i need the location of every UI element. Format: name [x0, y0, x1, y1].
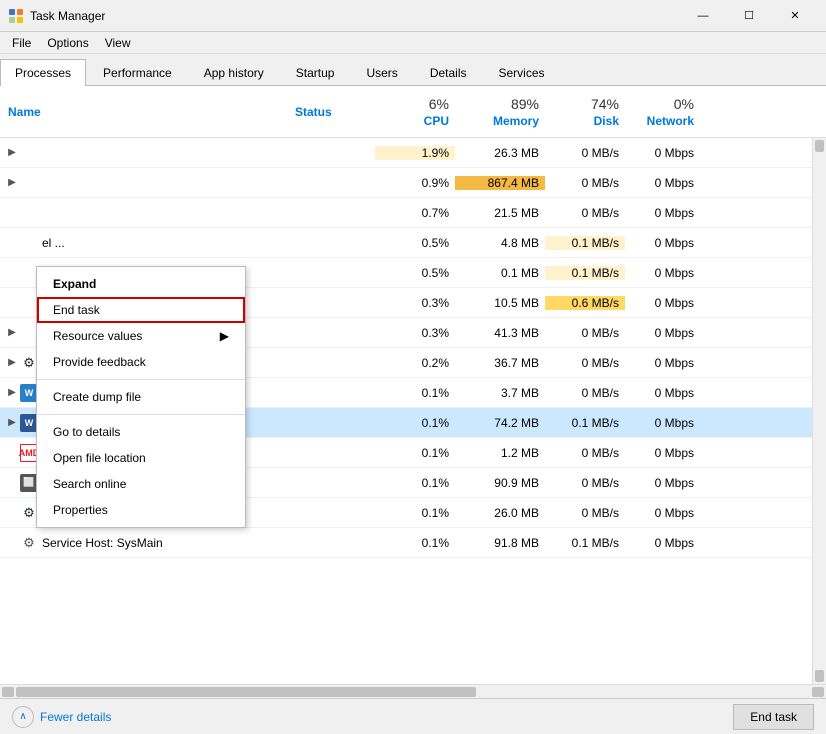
- table-row[interactable]: ▶ 0.7% 21.5 MB 0 MB/s 0 Mbps: [0, 198, 812, 228]
- context-menu-properties[interactable]: Properties: [37, 497, 245, 523]
- table-row[interactable]: ▶el ... 0.5% 4.8 MB 0.1 MB/s 0 Mbps: [0, 228, 812, 258]
- service-host-icon: ⚙: [20, 534, 38, 552]
- context-menu-search-online[interactable]: Search online: [37, 471, 245, 497]
- process-icon: [20, 204, 38, 222]
- expand-icon[interactable]: ▶: [4, 325, 20, 341]
- fewer-details-button[interactable]: ∧ Fewer details: [12, 706, 111, 728]
- separator-1: [37, 379, 245, 380]
- tab-processes[interactable]: Processes: [0, 59, 86, 86]
- title-bar-controls: — ☐ ✕: [680, 0, 818, 32]
- expand-icon[interactable]: ▶: [4, 355, 20, 371]
- col-name-header[interactable]: Name: [0, 105, 295, 119]
- context-menu-expand[interactable]: Expand: [37, 271, 245, 297]
- tab-details[interactable]: Details: [415, 59, 482, 86]
- main-content: Name Status 6% CPU 89% Memory 74% Disk 0…: [0, 86, 826, 698]
- context-menu-create-dump[interactable]: Create dump file: [37, 384, 245, 410]
- context-menu-open-file-location[interactable]: Open file location: [37, 445, 245, 471]
- expand-icon[interactable]: ▶: [4, 145, 20, 161]
- table-header: Name Status 6% CPU 89% Memory 74% Disk 0…: [0, 86, 826, 138]
- submenu-arrow: ▶: [220, 329, 229, 343]
- col-status-header[interactable]: Status: [295, 105, 375, 119]
- tab-performance[interactable]: Performance: [88, 59, 187, 86]
- context-menu-provide-feedback[interactable]: Provide feedback: [37, 349, 245, 375]
- maximize-button[interactable]: ☐: [726, 0, 772, 32]
- tab-users[interactable]: Users: [351, 59, 412, 86]
- minimize-button[interactable]: —: [680, 0, 726, 32]
- title-bar: Task Manager — ☐ ✕: [0, 0, 826, 32]
- col-disk-header[interactable]: 74% Disk: [545, 96, 625, 128]
- vertical-scrollbar[interactable]: [812, 138, 826, 684]
- end-task-button[interactable]: End task: [733, 704, 814, 730]
- col-network-header[interactable]: 0% Network: [625, 96, 700, 128]
- table-row[interactable]: ▶ 1.9% 26.3 MB 0 MB/s 0 Mbps: [0, 138, 812, 168]
- menu-view[interactable]: View: [97, 34, 139, 52]
- menu-file[interactable]: File: [4, 34, 39, 52]
- expand-icon[interactable]: ▶: [4, 175, 20, 191]
- chevron-up-icon: ∧: [12, 706, 34, 728]
- process-icon: [20, 174, 38, 192]
- table-row[interactable]: ▶ ⚙ Service Host: SysMain 0.1% 91.8 MB 0…: [0, 528, 812, 558]
- app-icon: [8, 8, 24, 24]
- col-memory-header[interactable]: 89% Memory: [455, 96, 545, 128]
- expand-icon[interactable]: ▶: [4, 385, 20, 401]
- col-cpu-header[interactable]: 6% CPU: [375, 96, 455, 128]
- hscroll-thumb[interactable]: [16, 687, 476, 697]
- context-menu-end-task[interactable]: End task: [37, 297, 245, 323]
- context-menu-resource-values[interactable]: Resource values ▶: [37, 323, 245, 349]
- tab-startup[interactable]: Startup: [281, 59, 350, 86]
- horizontal-scrollbar[interactable]: [0, 684, 826, 698]
- table-row[interactable]: ▶ 0.9% 867.4 MB 0 MB/s 0 Mbps: [0, 168, 812, 198]
- context-menu-go-to-details[interactable]: Go to details: [37, 419, 245, 445]
- tab-bar: Processes Performance App history Startu…: [0, 54, 826, 86]
- process-icon: [20, 144, 38, 162]
- tab-services[interactable]: Services: [484, 59, 560, 86]
- tab-app-history[interactable]: App history: [189, 59, 279, 86]
- bottom-bar: ∧ Fewer details End task: [0, 698, 826, 734]
- expand-icon[interactable]: ▶: [4, 415, 20, 431]
- menu-options[interactable]: Options: [39, 34, 96, 52]
- process-icon: [20, 234, 38, 252]
- menu-bar: File Options View: [0, 32, 826, 54]
- window-title: Task Manager: [30, 9, 105, 23]
- separator-2: [37, 414, 245, 415]
- close-button[interactable]: ✕: [772, 0, 818, 32]
- context-menu: Expand End task Resource values ▶ Provid…: [36, 266, 246, 528]
